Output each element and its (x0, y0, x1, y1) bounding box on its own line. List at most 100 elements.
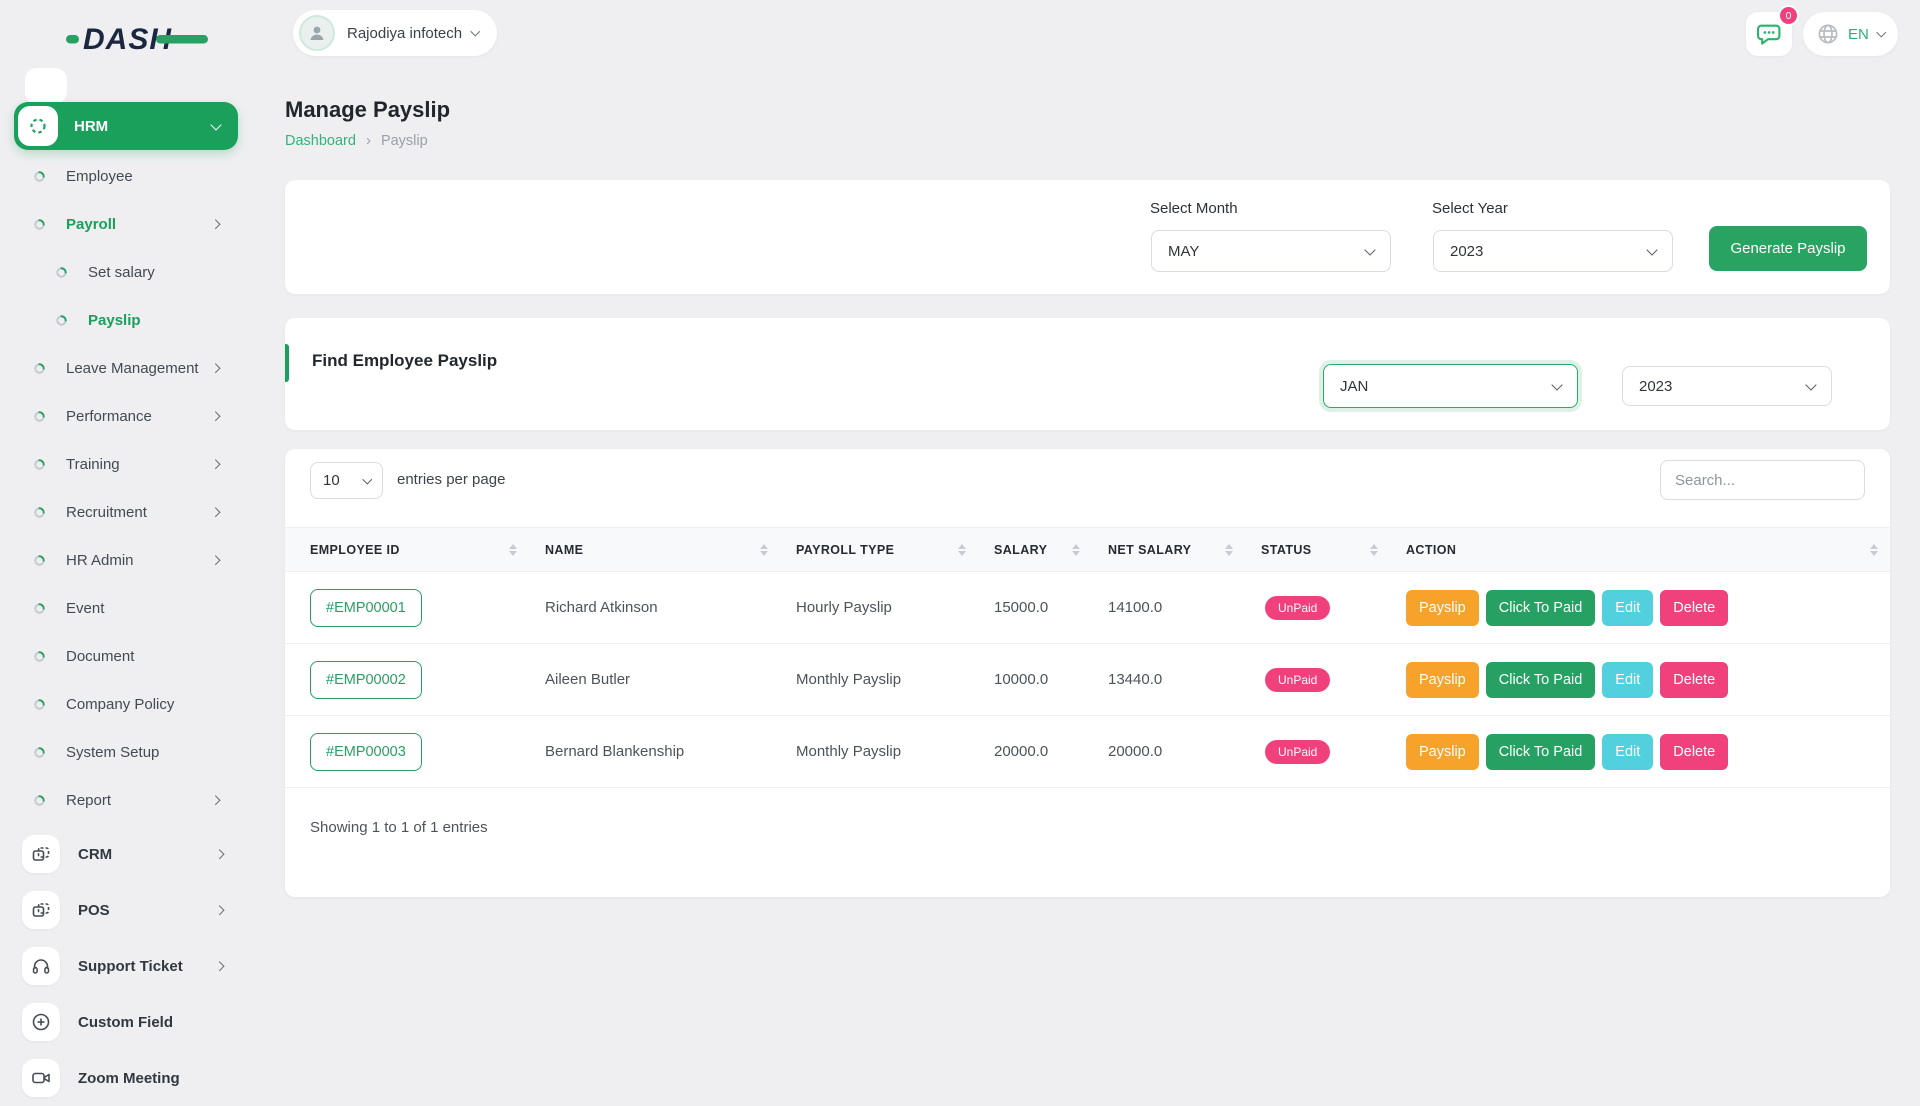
sidebar-item-label: Zoom Meeting (78, 1070, 222, 1087)
month-select[interactable]: MAY (1151, 230, 1391, 272)
page-size-select[interactable]: 10 (310, 462, 383, 499)
delete-button[interactable]: Delete (1660, 662, 1728, 698)
chevron-right-icon (214, 849, 223, 858)
sidebar-item-label: Payroll (66, 216, 212, 233)
column-header-status[interactable]: STATUS (1261, 543, 1406, 557)
sidebar-item-performance[interactable]: Performance (0, 392, 260, 440)
hrm-icon (18, 106, 58, 146)
payroll-type-cell: Hourly Payslip (796, 599, 994, 616)
actions-cell: Payslip Click To Paid Edit Delete (1406, 590, 1890, 626)
net-salary-cell: 13440.0 (1108, 671, 1261, 688)
ring-icon (34, 363, 45, 374)
sidebar-item-system-setup[interactable]: System Setup (0, 728, 260, 776)
column-header-employee-id[interactable]: EMPLOYEE ID (310, 543, 545, 557)
ring-icon (34, 555, 45, 566)
sidebar-item-payroll[interactable]: Payroll (0, 200, 260, 248)
column-header-payroll-type[interactable]: PAYROLL TYPE (796, 543, 994, 557)
generate-payslip-button[interactable]: Generate Payslip (1709, 226, 1867, 271)
sidebar-item-report[interactable]: Report (0, 776, 260, 824)
ring-icon (34, 171, 45, 182)
click-to-paid-button[interactable]: Click To Paid (1486, 590, 1596, 626)
column-header-name[interactable]: NAME (545, 543, 796, 557)
sort-icon[interactable] (760, 544, 768, 556)
delete-button[interactable]: Delete (1660, 590, 1728, 626)
sidebar-item-leave-management[interactable]: Leave Management (0, 344, 260, 392)
employee-id-badge[interactable]: #EMP00002 (310, 661, 422, 699)
sidebar-item-set-salary[interactable]: Set salary (0, 248, 260, 296)
find-year-select-value: 2023 (1639, 378, 1672, 395)
payroll-type-cell: Monthly Payslip (796, 743, 994, 760)
sidebar-item-employee[interactable]: Employee (0, 152, 260, 200)
chevron-right-icon (214, 905, 223, 914)
edit-button[interactable]: Edit (1602, 662, 1653, 698)
sidebar-item-zoom-meeting[interactable]: Zoom Meeting (0, 1050, 260, 1106)
edit-button[interactable]: Edit (1602, 590, 1653, 626)
breadcrumb-current: Payslip (381, 133, 428, 149)
search-input[interactable] (1660, 460, 1865, 500)
payslip-button[interactable]: Payslip (1406, 662, 1479, 698)
column-header-action[interactable]: ACTION (1406, 543, 1890, 557)
sidebar-item-label: HR Admin (66, 552, 212, 569)
page-size-label: entries per page (397, 471, 505, 488)
status-cell: UnPaid (1261, 668, 1406, 692)
name-cell: Richard Atkinson (545, 599, 796, 616)
column-header-net-salary[interactable]: NET SALARY (1108, 543, 1261, 557)
sidebar-item-document[interactable]: Document (0, 632, 260, 680)
sidebar-item-hr-admin[interactable]: HR Admin (0, 536, 260, 584)
sort-icon[interactable] (509, 544, 517, 556)
sort-icon[interactable] (958, 544, 966, 556)
chevron-down-icon (1551, 379, 1562, 390)
chevron-right-icon (214, 961, 223, 970)
sidebar-item-support-ticket[interactable]: Support Ticket (0, 938, 260, 994)
sidebar-group-hrm[interactable]: HRM (14, 102, 238, 150)
sidebar-item-label: Payslip (88, 312, 218, 329)
edit-button[interactable]: Edit (1602, 734, 1653, 770)
crm-icon (22, 835, 60, 873)
sidebar-item-label: Support Ticket (78, 958, 216, 975)
video-camera-icon (22, 1059, 60, 1097)
breadcrumb: Dashboard › Payslip (285, 132, 428, 149)
click-to-paid-button[interactable]: Click To Paid (1486, 734, 1596, 770)
find-month-select[interactable]: JAN (1323, 364, 1578, 408)
actions-cell: Payslip Click To Paid Edit Delete (1406, 662, 1890, 698)
chevron-right-icon (210, 411, 219, 420)
sidebar-item-label: Performance (66, 408, 212, 425)
sidebar-item-payslip[interactable]: Payslip (0, 296, 260, 344)
sidebar-item-custom-field[interactable]: Custom Field (0, 994, 260, 1050)
net-salary-cell: 20000.0 (1108, 743, 1261, 760)
ring-icon (56, 315, 67, 326)
payslip-button[interactable]: Payslip (1406, 734, 1479, 770)
payslip-button[interactable]: Payslip (1406, 590, 1479, 626)
sort-icon[interactable] (1870, 544, 1878, 556)
sidebar-item-label: CRM (78, 846, 216, 863)
delete-button[interactable]: Delete (1660, 734, 1728, 770)
select-month-label: Select Month (1150, 200, 1238, 217)
sidebar-item-event[interactable]: Event (0, 584, 260, 632)
sort-icon[interactable] (1072, 544, 1080, 556)
employee-id-badge[interactable]: #EMP00001 (310, 589, 422, 627)
sidebar-item-pos[interactable]: POS (0, 882, 260, 938)
hrm-menu: Employee Payroll Set salary Payslip Leav… (0, 152, 260, 824)
sidebar-item-training[interactable]: Training (0, 440, 260, 488)
sort-icon[interactable] (1370, 544, 1378, 556)
ring-icon (34, 459, 45, 470)
year-select[interactable]: 2023 (1433, 230, 1673, 272)
name-cell: Bernard Blankenship (545, 743, 796, 760)
chevron-right-icon (210, 795, 219, 804)
breadcrumb-dashboard-link[interactable]: Dashboard (285, 133, 356, 149)
employee-id-badge[interactable]: #EMP00003 (310, 733, 422, 771)
click-to-paid-button[interactable]: Click To Paid (1486, 662, 1596, 698)
sidebar-item-company-policy[interactable]: Company Policy (0, 680, 260, 728)
find-year-select[interactable]: 2023 (1622, 366, 1832, 406)
sort-icon[interactable] (1225, 544, 1233, 556)
table-body: #EMP00001 Richard Atkinson Hourly Paysli… (285, 572, 1890, 788)
sidebar-item-crm[interactable]: CRM (0, 826, 260, 882)
find-payslip-title: Find Employee Payslip (312, 351, 497, 371)
sidebar-item-recruitment[interactable]: Recruitment (0, 488, 260, 536)
chevron-right-icon (210, 219, 219, 228)
table-header: EMPLOYEE ID NAME PAYROLL TYPE SALARY NET… (285, 527, 1890, 572)
salary-cell: 10000.0 (994, 671, 1108, 688)
table-row: #EMP00003 Bernard Blankenship Monthly Pa… (285, 716, 1890, 788)
ring-icon (34, 747, 45, 758)
column-header-salary[interactable]: SALARY (994, 543, 1108, 557)
